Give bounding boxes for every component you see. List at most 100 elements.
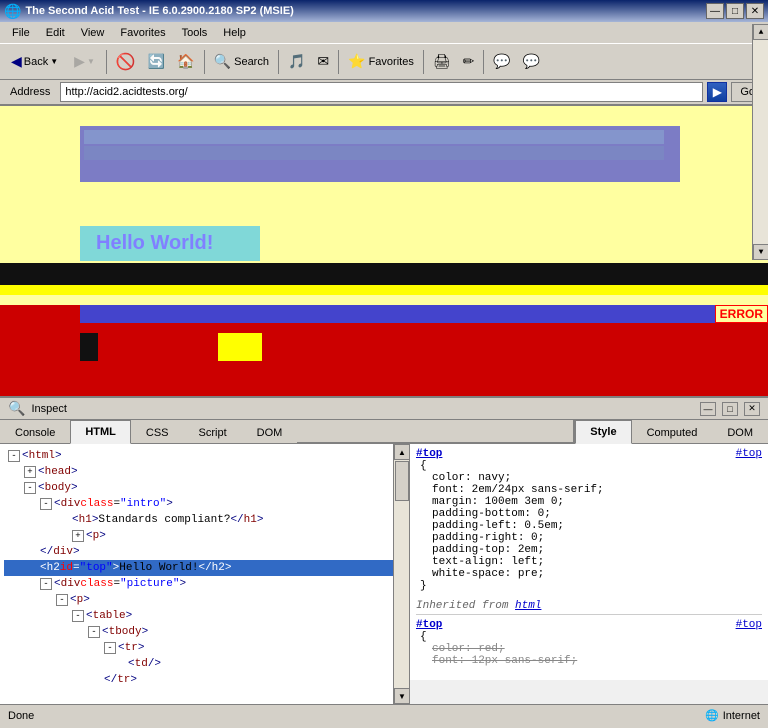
address-bar: Address ▶ Go	[0, 80, 768, 106]
acid-yellow-stripe	[0, 285, 768, 295]
back-button[interactable]: ◀ Back ▼	[4, 48, 65, 76]
stop-button[interactable]: 🚫	[111, 48, 141, 76]
tab-dom-right[interactable]: DOM	[712, 420, 768, 444]
toolbar-separator-4	[338, 50, 339, 74]
prop-white-space: white-space: pre;	[432, 568, 544, 580]
mail-button[interactable]: ✉	[312, 48, 334, 76]
tree-body[interactable]: - <body>	[4, 480, 405, 496]
tree-end-div[interactable]: </div>	[4, 544, 405, 560]
style-top-link[interactable]: #top	[736, 448, 762, 460]
tab-html[interactable]: HTML	[70, 420, 131, 444]
devtools-minimize[interactable]: —	[700, 402, 716, 416]
menu-help[interactable]: Help	[215, 25, 254, 41]
devtools-close[interactable]: ✕	[744, 402, 760, 416]
devtools-maximize[interactable]: □	[722, 402, 738, 416]
menu-bar: File Edit View Favorites Tools Help	[0, 22, 768, 44]
menu-view[interactable]: View	[73, 25, 113, 41]
edit-button[interactable]: ✏	[458, 48, 480, 76]
mail-icon: ✉	[317, 53, 329, 70]
forward-button[interactable]: ▶ ▼	[67, 48, 102, 76]
messenger-button[interactable]: 💬	[518, 48, 545, 76]
minimize-button[interactable]: —	[706, 3, 724, 19]
menu-tools[interactable]: Tools	[174, 25, 216, 41]
style-selector[interactable]: #top	[416, 448, 442, 460]
edit-icon: ✏	[463, 53, 475, 70]
tree-p[interactable]: + <p>	[4, 528, 405, 544]
home-button[interactable]: 🏠	[172, 48, 199, 76]
menu-edit[interactable]: Edit	[38, 25, 73, 41]
discuss-button[interactable]: 💬	[488, 48, 515, 76]
html-tree-inner[interactable]: - <html> + <head> - <body>	[0, 444, 409, 704]
toolbar-separator-1	[106, 50, 107, 74]
close-button[interactable]: ✕	[746, 3, 764, 19]
back-dropdown-icon[interactable]: ▼	[50, 57, 58, 66]
scroll-down-btn[interactable]: ▼	[394, 688, 410, 704]
expand-div-picture[interactable]: -	[40, 578, 52, 590]
devtools-content: - <html> + <head> - <body>	[0, 444, 768, 704]
tree-head[interactable]: + <head>	[4, 464, 405, 480]
acid-hello-world-box: Hello World!	[80, 226, 260, 261]
media-button[interactable]: 🎵	[283, 48, 310, 76]
expand-tbody[interactable]: -	[88, 626, 100, 638]
print-icon: 🖨	[433, 53, 451, 70]
expand-table[interactable]: -	[72, 610, 84, 622]
acid-yellow-block	[218, 333, 262, 361]
menu-favorites[interactable]: Favorites	[112, 25, 173, 41]
tree-tr[interactable]: - <tr>	[4, 640, 405, 656]
toolbar: ◀ Back ▼ ▶ ▼ 🚫 🔄 🏠 🔍 Search 🎵 ✉ ⭐ Favori…	[0, 44, 768, 80]
tree-tbody[interactable]: - <tbody>	[4, 624, 405, 640]
menu-file[interactable]: File	[4, 25, 38, 41]
forward-dropdown-icon[interactable]: ▼	[87, 57, 95, 66]
prop-padding-left: padding-left: 0.5em;	[432, 520, 564, 532]
style-props-block: { color: navy; font: 2em/24px sans-serif…	[416, 460, 762, 592]
expand-tr[interactable]: -	[104, 642, 116, 654]
tab-computed[interactable]: Computed	[632, 420, 713, 444]
acid-banner	[80, 126, 680, 182]
print-button[interactable]: 🖨	[428, 48, 456, 76]
devtools-titlebar: 🔍 Inspect — □ ✕	[0, 398, 768, 420]
devtools-icon: 🔍	[8, 400, 25, 417]
tab-script[interactable]: Script	[184, 420, 242, 444]
style-content[interactable]: #top #top { color: navy; font: 2em/24px …	[410, 444, 768, 680]
home-icon: 🏠	[177, 53, 194, 70]
favorites-button[interactable]: ⭐ Favorites	[343, 48, 419, 76]
tree-h2-top[interactable]: <h2 id="top" > Hello World! </h2>	[4, 560, 405, 576]
tree-html[interactable]: - <html>	[4, 448, 405, 464]
prop-margin: margin: 100em 3em 0;	[432, 496, 564, 508]
scroll-thumb[interactable]	[395, 461, 409, 501]
tree-div-intro[interactable]: - <div class="intro" >	[4, 496, 405, 512]
tab-css[interactable]: CSS	[131, 420, 184, 444]
refresh-button[interactable]: 🔄	[143, 48, 170, 76]
inherited-top-link[interactable]: #top	[736, 619, 762, 631]
maximize-button[interactable]: □	[726, 3, 744, 19]
toolbar-separator-6	[483, 50, 484, 74]
address-input[interactable]	[60, 82, 703, 102]
expand-head[interactable]: +	[24, 466, 36, 478]
html-scrollbar[interactable]: ▲ ▼	[393, 444, 409, 704]
tree-h1[interactable]: <h1> Standards compliant? </h1>	[4, 512, 405, 528]
inherited-selector[interactable]: #top	[416, 619, 442, 631]
scroll-up-btn[interactable]: ▲	[394, 444, 410, 460]
search-button[interactable]: 🔍 Search	[209, 48, 274, 76]
expand-body[interactable]: -	[24, 482, 36, 494]
expand-div-intro[interactable]: -	[40, 498, 52, 510]
tree-div-picture[interactable]: - <div class="picture" >	[4, 576, 405, 592]
address-go-arrow[interactable]: ▶	[707, 82, 727, 102]
expand-p[interactable]: +	[72, 530, 84, 542]
tree-end-tr[interactable]: </tr>	[4, 672, 405, 688]
tab-dom-left[interactable]: DOM	[242, 420, 298, 444]
expand-p2[interactable]: -	[56, 594, 68, 606]
inherited-from-link[interactable]: html	[515, 600, 541, 612]
tree-p2[interactable]: - <p>	[4, 592, 405, 608]
search-label: Search	[234, 56, 269, 68]
style-close-brace: }	[420, 580, 427, 592]
expand-html[interactable]: -	[8, 450, 20, 462]
style-panel: #top #top { color: navy; font: 2em/24px …	[410, 444, 768, 704]
tree-table[interactable]: - <table>	[4, 608, 405, 624]
tab-console[interactable]: Console	[0, 420, 70, 444]
style-selector-row: #top #top	[416, 448, 762, 460]
title-bar: 🌐 The Second Acid Test - IE 6.0.2900.218…	[0, 0, 768, 22]
tree-td[interactable]: <td/>	[4, 656, 405, 672]
acid-test-page: Hello World! ERROR	[0, 126, 768, 396]
tab-style[interactable]: Style	[575, 420, 631, 444]
